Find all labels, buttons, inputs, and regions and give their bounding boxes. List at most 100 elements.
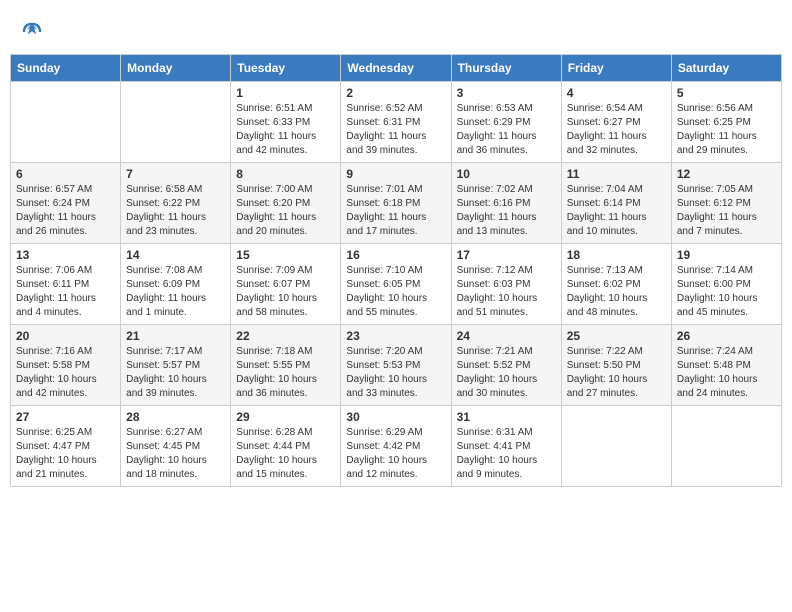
day-number: 6 <box>16 167 115 181</box>
sunrise-text: Sunrise: 6:53 AM <box>457 103 533 114</box>
day-number: 11 <box>567 167 666 181</box>
day-info: Sunrise: 7:18 AM Sunset: 5:55 PM Daylight:… <box>236 345 335 401</box>
daylight-text: Daylight: 11 hours and 20 minutes. <box>236 212 316 237</box>
daylight-text: Daylight: 10 hours and 45 minutes. <box>677 293 758 318</box>
sunset-text: Sunset: 6:03 PM <box>457 279 531 290</box>
calendar-day-cell: 12 Sunrise: 7:05 AMSunset: 6:12 PMDayligh… <box>671 163 781 244</box>
sunrise-text: Sunrise: 6:58 AM <box>126 184 202 195</box>
calendar-week-row: 20Sunrise: 7:16 AMSunset: 5:58 PMDayligh… <box>11 325 782 406</box>
day-info: Sunrise: 7:02 AMSunset: 6:16 PMDaylight:… <box>457 183 556 239</box>
calendar-day-cell: 4Sunrise: 6:54 AMSunset: 6:27 PMDaylight… <box>561 82 671 163</box>
sunset-text: Sunset: 6:22 PM <box>126 198 200 209</box>
day-info: Sunrise: 7:09 AMSunset: 6:07 PMDaylight:… <box>236 264 335 320</box>
calendar-day-cell: 14Sunrise: 7:08 AMSunset: 6:09 PMDayligh… <box>121 244 231 325</box>
sunrise-text: Sunrise: 7:04 AM <box>567 184 643 195</box>
sunset-text: Sunset: 5:55 PM <box>236 360 310 371</box>
sunrise-text: Sunrise: 6:27 AM <box>126 427 202 438</box>
day-number: 27 <box>16 410 115 424</box>
daylight-text: Daylight: 11 hours and 29 minutes. <box>677 131 757 156</box>
daylight-text: Daylight: 10 hours and 27 minutes. <box>567 374 648 399</box>
sunrise-text: Sunrise: 7:14 AM <box>677 265 753 276</box>
calendar-day-cell <box>11 82 121 163</box>
day-info: Sunrise: 7:01 AMSunset: 6:18 PMDaylight:… <box>346 183 445 239</box>
daylight-text: Daylight: 10 hours and 42 minutes. <box>16 374 97 399</box>
sunrise-text: Sunrise: 7:24 AM <box>677 346 753 357</box>
day-info: Sunrise: 6:25 AMSunset: 4:47 PMDaylight:… <box>16 426 115 482</box>
calendar-day-cell: 5Sunrise: 6:56 AMSunset: 6:25 PMDaylight… <box>671 82 781 163</box>
day-number: 21 <box>126 329 225 343</box>
calendar-day-cell: 16Sunrise: 7:10 AMSunset: 6:05 PMDayligh… <box>341 244 451 325</box>
day-number: 24 <box>457 329 556 343</box>
day-number: 12 <box>677 167 776 181</box>
day-info: Sunrise: 6:53 AMSunset: 6:29 PMDaylight:… <box>457 102 556 158</box>
sunrise-text: Sunrise: 7:01 AM <box>346 184 422 195</box>
sunset-text: Sunset: 6:18 PM <box>346 198 420 209</box>
sunrise-text: Sunrise: 7:12 AM <box>457 265 533 276</box>
sunrise-text: Sunrise: 7:13 AM <box>567 265 643 276</box>
day-info: Sunrise: 7:22 AMSunset: 5:50 PMDaylight:… <box>567 345 666 401</box>
calendar-day-cell: 15Sunrise: 7:09 AMSunset: 6:07 PMDayligh… <box>231 244 341 325</box>
day-number: 31 <box>457 410 556 424</box>
day-info: Sunrise: 7:24 AMSunset: 5:48 PMDaylight:… <box>677 345 776 401</box>
sunset-text: Sunset: 6:27 PM <box>567 117 641 128</box>
logo-icon <box>20 20 44 44</box>
sunrise-text: Sunrise: 7:20 AM <box>346 346 422 357</box>
day-of-week-header: Tuesday <box>231 55 341 82</box>
day-of-week-header: Thursday <box>451 55 561 82</box>
sunrise-text: Sunrise: 6:54 AM <box>567 103 643 114</box>
sunrise-text: Sunrise: 7:10 AM <box>346 265 422 276</box>
calendar-day-cell: 11 Sunrise: 7:04 AM Sunset: 6:14 PM Dayligh… <box>561 163 671 244</box>
calendar-day-cell: 22Sunrise: 7:18 AMSunset: 5:55 PMDayligh… <box>231 325 341 406</box>
sunset-text: Sunset: 5:58 PM <box>16 360 90 371</box>
sunset-text: Sunset: 5:57 PM <box>126 360 200 371</box>
calendar-week-row: 6Sunrise: 6:57 AMSunset: 6:24 PMDaylight… <box>11 163 782 244</box>
sunset-text: Sunset: 6:00 PM <box>677 279 751 290</box>
calendar-day-cell: 13Sunrise: 7:06 AMSunset: 6:11 PMDayligh… <box>11 244 121 325</box>
daylight-text: Daylight: 10 hours and 36 minutes. <box>236 374 317 399</box>
day-of-week-header: Wednesday <box>341 55 451 82</box>
calendar-table: SundayMondayTuesdayWednesdayThursdayFrid… <box>10 54 782 487</box>
calendar-week-row: 27 Sunrise: 6:25 AMSunset: 4:47 PMDayligh… <box>11 406 782 487</box>
sunrise-text: Sunrise: 6:31 AM <box>457 427 533 438</box>
day-info: Sunrise: 7:17 AMSunset: 5:57 PMDaylight:… <box>126 345 225 401</box>
sunset-text: Sunset: 6:14 PM <box>567 198 641 209</box>
day-number: 25 <box>567 329 666 343</box>
calendar-day-cell: 29Sunrise: 6:28 AMSunset: 4:44 PMDayligh… <box>231 406 341 487</box>
sunset-text: Sunset: 4:45 PM <box>126 441 200 452</box>
day-info: Sunrise: 6:51 AMSunset: 6:33 PMDaylight:… <box>236 102 335 158</box>
day-info: Sunrise: 7:16 AM Sunset: 5:58 PM Daylight:… <box>16 345 115 401</box>
daylight-text: Daylight: 11 hours and 10 minutes. <box>567 212 647 237</box>
day-number: 30 <box>346 410 445 424</box>
daylight-text: Daylight: 10 hours and 12 minutes. <box>346 455 427 480</box>
calendar-day-cell: 8Sunrise: 7:00 AMSunset: 6:20 PMDaylight… <box>231 163 341 244</box>
page-header <box>10 10 782 49</box>
day-of-week-header: Saturday <box>671 55 781 82</box>
calendar-day-cell <box>121 82 231 163</box>
sunrise-text: Sunrise: 7:18 AM <box>236 346 312 357</box>
sunset-text: Sunset: 6:11 PM <box>16 279 89 290</box>
sunset-text: Sunset: 4:44 PM <box>236 441 310 452</box>
day-info: Sunrise: 6:28 AMSunset: 4:44 PMDaylight:… <box>236 426 335 482</box>
day-info: Sunrise: 7:06 AMSunset: 6:11 PMDaylight:… <box>16 264 115 320</box>
calendar-week-row: 13Sunrise: 7:06 AMSunset: 6:11 PMDayligh… <box>11 244 782 325</box>
day-number: 29 <box>236 410 335 424</box>
daylight-text: Daylight: 10 hours and 21 minutes. <box>16 455 97 480</box>
sunset-text: Sunset: 6:16 PM <box>457 198 531 209</box>
sunset-text: Sunset: 4:41 PM <box>457 441 531 452</box>
day-info: Sunrise: 7:12 AMSunset: 6:03 PMDaylight:… <box>457 264 556 320</box>
sunrise-text: Sunrise: 7:22 AM <box>567 346 643 357</box>
sunrise-text: Sunrise: 6:28 AM <box>236 427 312 438</box>
sunrise-text: Sunrise: 6:56 AM <box>677 103 753 114</box>
calendar-week-row: 1Sunrise: 6:51 AMSunset: 6:33 PMDaylight… <box>11 82 782 163</box>
sunrise-text: Sunrise: 7:16 AM <box>16 346 92 357</box>
daylight-text: Daylight: 10 hours and 9 minutes. <box>457 455 538 480</box>
day-number: 8 <box>236 167 335 181</box>
sunset-text: Sunset: 6:24 PM <box>16 198 90 209</box>
sunrise-text: Sunrise: 6:51 AM <box>236 103 312 114</box>
day-number: 26 <box>677 329 776 343</box>
calendar-day-cell: 24Sunrise: 7:21 AMSunset: 5:52 PMDayligh… <box>451 325 561 406</box>
day-info: Sunrise: 7:05 AMSunset: 6:12 PMDaylight:… <box>677 183 776 239</box>
day-info: Sunrise: 7:04 AM Sunset: 6:14 PM Daylight:… <box>567 183 666 239</box>
calendar-day-cell: 6Sunrise: 6:57 AMSunset: 6:24 PMDaylight… <box>11 163 121 244</box>
sunset-text: Sunset: 6:25 PM <box>677 117 751 128</box>
